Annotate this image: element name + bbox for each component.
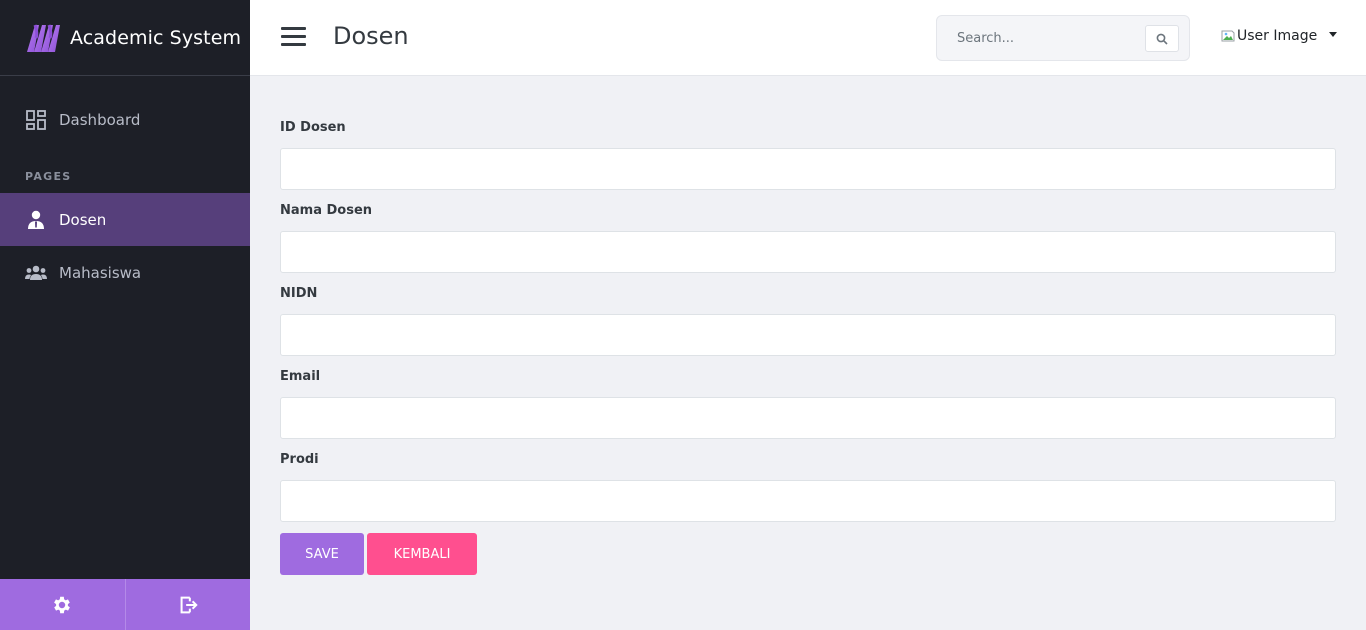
sidebar: Academic System Dashboard PAGES Dosen Ma… [0, 0, 250, 630]
sidebar-item-dashboard[interactable]: Dashboard [0, 93, 250, 146]
logout-button[interactable] [124, 579, 251, 630]
back-button[interactable]: KEMBALI [367, 533, 477, 575]
brand[interactable]: Academic System [0, 0, 250, 76]
sidebar-item-dosen[interactable]: Dosen [0, 193, 250, 246]
sidebar-item-label: Dashboard [59, 110, 141, 129]
field-label: Email [280, 369, 321, 384]
chevron-down-icon [1329, 31, 1338, 37]
people-group-icon [25, 262, 47, 284]
search-box [936, 15, 1190, 61]
form-group-nama-dosen: Nama Dosen [280, 201, 1336, 273]
sidebar-footer [0, 579, 250, 630]
hamburger-icon[interactable] [281, 27, 306, 47]
avatar: User Image [1221, 28, 1317, 44]
wave-logo-icon [27, 24, 60, 52]
logout-icon [180, 596, 198, 613]
nav-section-heading: PAGES [25, 169, 72, 183]
user-menu-dropdown[interactable]: User Image [1221, 28, 1338, 44]
form-group-prodi: Prodi [280, 450, 1336, 522]
user-image-alt-text: User Image [1237, 28, 1318, 44]
field-label: Nama Dosen [280, 203, 373, 218]
brand-name: Academic System [70, 26, 242, 49]
search-icon [1156, 33, 1168, 45]
field-label: Prodi [280, 452, 319, 467]
form-actions: SAVE KEMBALI [280, 533, 1336, 575]
form-group-email: Email [280, 367, 1336, 439]
sidebar-item-mahasiswa[interactable]: Mahasiswa [0, 246, 250, 299]
nidn-field[interactable] [280, 314, 1336, 356]
id-dosen-field[interactable] [280, 148, 1336, 190]
gear-icon [54, 596, 71, 613]
topbar: Dosen User Image [250, 0, 1366, 76]
email-field[interactable] [280, 397, 1336, 439]
dashboard-grid-icon [25, 109, 47, 131]
sidebar-item-label: Dosen [59, 210, 107, 229]
dosen-form: ID Dosen Nama Dosen NIDN Email Prodi SAV… [280, 118, 1336, 575]
nama-dosen-field[interactable] [280, 231, 1336, 273]
sidebar-item-label: Mahasiswa [59, 263, 142, 282]
form-group-id-dosen: ID Dosen [280, 118, 1336, 190]
field-label: ID Dosen [280, 120, 346, 135]
person-tie-icon [25, 209, 47, 231]
settings-button[interactable] [0, 579, 125, 630]
form-group-nidn: NIDN [280, 284, 1336, 356]
search-button[interactable] [1145, 25, 1179, 52]
save-button[interactable]: SAVE [280, 533, 364, 575]
page-title: Dosen [333, 22, 409, 50]
search-input[interactable] [947, 26, 1137, 50]
broken-image-icon [1221, 30, 1235, 42]
field-label: NIDN [280, 286, 318, 301]
prodi-field[interactable] [280, 480, 1336, 522]
